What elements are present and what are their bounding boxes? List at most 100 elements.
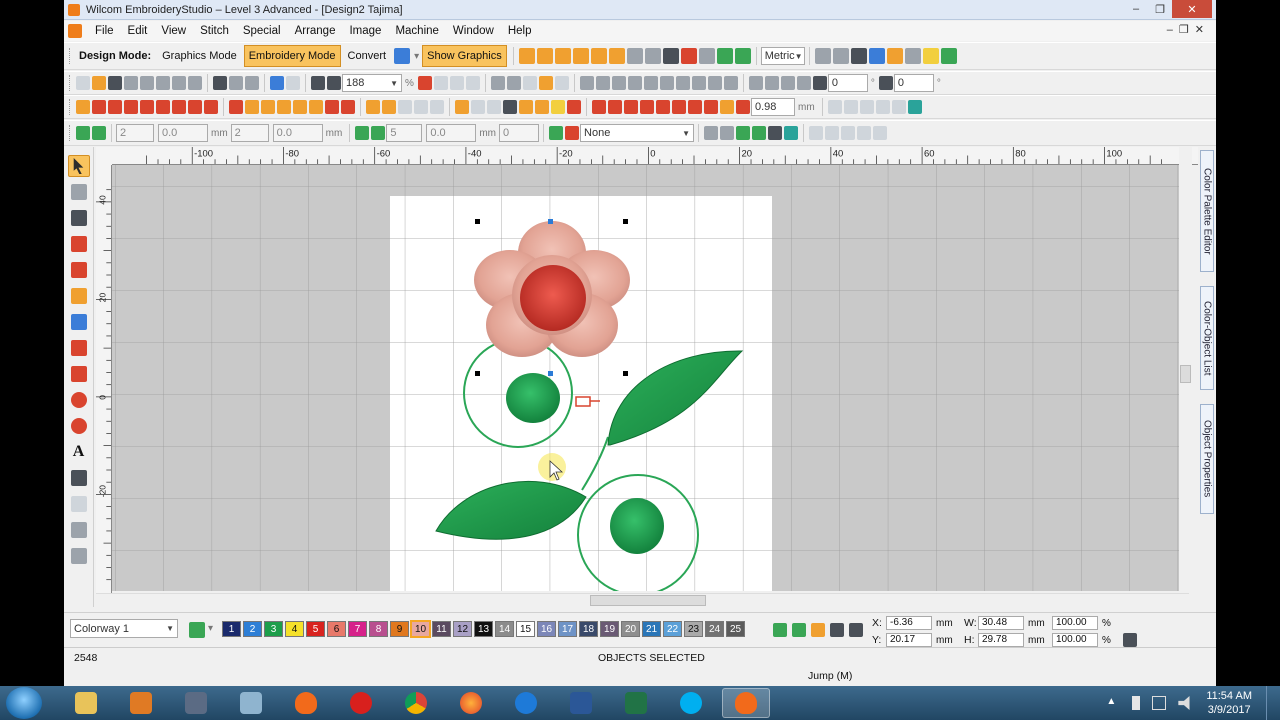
color-6-icon[interactable] [672, 100, 686, 114]
tab-color-object-list[interactable]: Color-Object List [1200, 286, 1214, 390]
color-swatch-6[interactable]: 6 [327, 621, 346, 637]
measure-icon[interactable] [814, 48, 831, 64]
color-swatch-17[interactable]: 17 [558, 621, 577, 637]
turning-icon[interactable] [325, 100, 339, 114]
vertical-scroll-thumb[interactable] [1180, 365, 1191, 383]
triangle-icon[interactable] [309, 100, 323, 114]
color-9-icon[interactable] [720, 100, 734, 114]
appliqué-tool[interactable] [68, 493, 90, 515]
redo-icon[interactable] [286, 76, 300, 90]
zoom-fit-icon[interactable] [433, 76, 448, 90]
card-icon[interactable] [188, 76, 202, 90]
color-swatch-22[interactable]: 22 [663, 621, 682, 637]
line-tool[interactable] [68, 337, 90, 359]
cross-icon[interactable] [156, 100, 170, 114]
clock[interactable]: 11:54 AM 3/9/2017 [1206, 689, 1252, 717]
zoom-in-icon[interactable] [311, 76, 325, 90]
frame-tool[interactable] [68, 519, 90, 541]
zoom-all-icon[interactable] [449, 76, 464, 90]
taskbar-notes[interactable] [227, 688, 275, 718]
thread-chart-icon[interactable] [189, 622, 205, 638]
color-swatch-23[interactable]: 23 [684, 621, 703, 637]
menu-help[interactable]: Help [501, 25, 539, 37]
align-right-icon[interactable] [611, 76, 626, 90]
menu-machine[interactable]: Machine [388, 25, 445, 37]
color-swatch-18[interactable]: 18 [579, 621, 598, 637]
color-10-icon[interactable] [736, 100, 750, 114]
vertical-scrollbar[interactable] [1179, 147, 1192, 593]
menu-stitch[interactable]: Stitch [193, 25, 236, 37]
undo-icon[interactable] [270, 76, 284, 90]
menu-file[interactable]: File [88, 25, 121, 37]
funnel-icon[interactable] [535, 100, 549, 114]
color-swatch-25[interactable]: 25 [726, 621, 745, 637]
menu-arrange[interactable]: Arrange [288, 25, 343, 37]
shape-tool[interactable] [68, 311, 90, 333]
tie-icon[interactable] [487, 100, 501, 114]
tab-color-palette-editor[interactable]: Color Palette Editor [1200, 150, 1214, 272]
bulb-icon[interactable] [551, 100, 565, 114]
color-wheel-icon[interactable] [680, 48, 697, 64]
height-field[interactable]: 29.78 [978, 633, 1024, 647]
color-5-icon[interactable] [656, 100, 670, 114]
units-select[interactable]: Metric ▼ [760, 47, 805, 65]
effect-field-5[interactable]: 5 [386, 124, 423, 142]
graphics-mode-button[interactable]: Graphics Mode [157, 45, 242, 67]
volume-icon[interactable] [1178, 696, 1190, 710]
contour-icon[interactable] [124, 100, 138, 114]
zoom-factor-field[interactable]: 0.98 [751, 98, 795, 116]
color-swatch-14[interactable]: 14 [495, 621, 514, 637]
taskbar-file-explorer[interactable] [62, 688, 110, 718]
people-icon[interactable] [868, 48, 885, 64]
color-swatch-5[interactable]: 5 [306, 621, 325, 637]
show-graphics-button[interactable]: Show Graphics [422, 45, 507, 67]
grid-icon[interactable] [626, 48, 643, 64]
tool-2-icon[interactable] [825, 126, 840, 140]
gradient-icon[interactable] [76, 126, 90, 140]
y-field[interactable]: 20.17 [886, 633, 932, 647]
color-swatch-7[interactable]: 7 [348, 621, 367, 637]
underlay-icon[interactable] [229, 100, 243, 114]
tool-5-icon[interactable] [873, 126, 888, 140]
sparkle-icon[interactable] [371, 126, 386, 140]
spiral-tool[interactable] [68, 415, 90, 437]
zoom-field[interactable]: 188 ▼ [342, 74, 402, 92]
color-swatch-11[interactable]: 11 [432, 621, 451, 637]
stop-icon[interactable] [567, 100, 581, 114]
color-8-icon[interactable] [704, 100, 718, 114]
sequence-icon[interactable] [940, 48, 957, 64]
color-swatch-16[interactable]: 16 [537, 621, 556, 637]
select-tool[interactable] [67, 155, 90, 177]
taskbar-wilcom-red[interactable] [337, 688, 385, 718]
pattern-icon[interactable] [608, 48, 625, 64]
taskbar-skype[interactable] [667, 688, 715, 718]
add-color-icon[interactable] [773, 623, 787, 637]
run-tool[interactable] [68, 259, 90, 281]
palette-grid-icon[interactable] [849, 623, 863, 637]
view-4-icon[interactable] [875, 100, 890, 114]
send-machine-icon[interactable] [172, 76, 186, 90]
redraw-icon[interactable] [734, 48, 751, 64]
filter-icon[interactable] [519, 100, 533, 114]
align-middle-icon[interactable] [643, 76, 658, 90]
color-swatch-20[interactable]: 20 [621, 621, 640, 637]
warning-icon[interactable] [293, 100, 307, 114]
shape-icon[interactable] [414, 100, 428, 114]
monogram-tool[interactable] [68, 467, 90, 489]
trapunto-icon[interactable] [188, 100, 202, 114]
color-1-icon[interactable] [592, 100, 606, 114]
horizontal-scroll-thumb[interactable] [590, 595, 706, 606]
export-icon[interactable] [124, 76, 138, 90]
trim-icon[interactable] [277, 100, 291, 114]
tool-3-icon[interactable] [841, 126, 856, 140]
view-2-icon[interactable] [843, 100, 858, 114]
color-swatch-10[interactable]: 10 [410, 620, 431, 638]
stitch-effect-icon[interactable] [355, 126, 370, 140]
thread-icon[interactable] [811, 623, 825, 637]
palette-icon[interactable] [698, 48, 715, 64]
zoom-out-icon[interactable] [327, 76, 341, 90]
colorway-select[interactable]: Colorway 1 ▼ [70, 619, 178, 638]
freehand-tool[interactable] [68, 233, 90, 255]
step-icon[interactable] [108, 100, 122, 114]
color-swatch-12[interactable]: 12 [453, 621, 472, 637]
